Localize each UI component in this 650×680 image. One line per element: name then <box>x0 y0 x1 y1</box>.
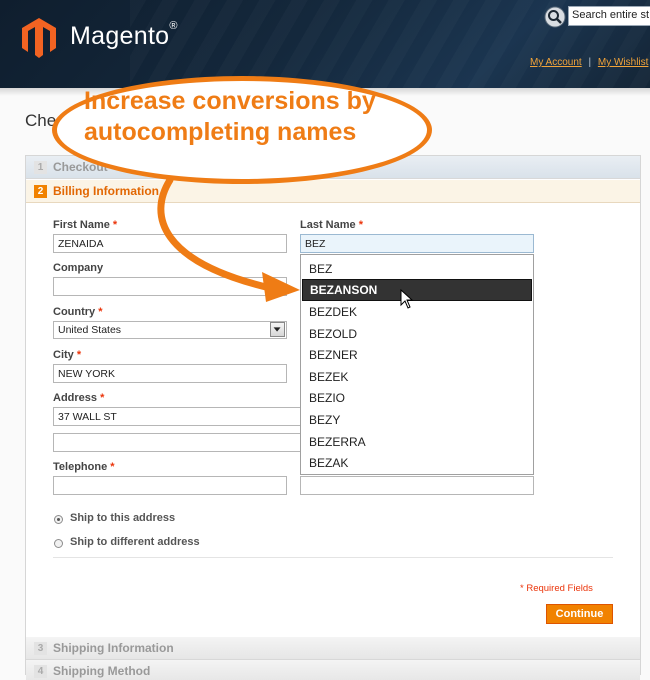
autocomplete-option[interactable]: BEZY <box>302 410 532 430</box>
step-number: 3 <box>34 642 47 655</box>
step-shipping-information[interactable]: 3 Shipping Information <box>26 637 640 660</box>
continue-button[interactable]: Continue <box>546 604 613 624</box>
autocomplete-option[interactable]: BEZERRA <box>302 432 532 452</box>
autocomplete-option[interactable]: BEZ <box>302 259 532 279</box>
autocomplete-option[interactable]: BEZEK <box>302 367 532 387</box>
country-label: Country * <box>53 306 103 318</box>
my-account-link[interactable]: My Account <box>530 57 582 68</box>
autocomplete-option[interactable]: BEZNER <box>302 345 532 365</box>
site-header: Magento® Search entire st My Account | M… <box>0 0 650 88</box>
company-input[interactable] <box>53 277 287 296</box>
fax-input[interactable] <box>300 476 534 495</box>
logo-text[interactable]: Magento® <box>70 20 178 51</box>
autocomplete-option[interactable]: BEZAK <box>302 453 532 473</box>
link-separator: | <box>588 57 592 68</box>
callout-text: Increase conversions by autocompleting n… <box>84 87 376 146</box>
mouse-pointer-icon <box>400 289 414 309</box>
city-label: City * <box>53 349 82 361</box>
autocomplete-option-selected[interactable]: BEZANSON <box>302 279 532 301</box>
first-name-label: First Name * <box>53 219 118 231</box>
autocomplete-option[interactable]: BEZIO <box>302 388 532 408</box>
autocomplete-option[interactable]: BEZOLD <box>302 324 532 344</box>
country-select[interactable]: United States <box>53 321 287 339</box>
first-name-input[interactable]: ZENAIDA <box>53 234 287 253</box>
ship-to-different-address-label[interactable]: Ship to different address <box>70 536 200 548</box>
step-number: 4 <box>34 665 47 678</box>
step-label: Billing Information <box>53 184 159 198</box>
step-label: Shipping Method <box>53 664 151 678</box>
step-shipping-method[interactable]: 4 Shipping Method <box>26 660 640 680</box>
magento-logo-icon[interactable] <box>22 18 56 58</box>
telephone-input[interactable] <box>53 476 287 495</box>
last-name-input[interactable]: BEZ <box>300 234 534 253</box>
step-label: Shipping Information <box>53 641 174 655</box>
ship-to-this-address-label[interactable]: Ship to this address <box>70 512 175 524</box>
search-input[interactable]: Search entire st <box>568 6 650 26</box>
ship-to-this-address-radio[interactable] <box>54 515 63 524</box>
step-number: 2 <box>34 185 47 198</box>
autocomplete-option[interactable]: BEZDEK <box>302 302 532 322</box>
my-wishlist-link[interactable]: My Wishlist <box>598 57 649 68</box>
chevron-down-icon[interactable] <box>270 322 285 337</box>
search-icon[interactable] <box>544 6 566 28</box>
company-label: Company <box>53 262 104 274</box>
required-fields-note: * Required Fields <box>520 583 593 594</box>
last-name-label: Last Name * <box>300 219 363 231</box>
step-number: 1 <box>34 161 47 174</box>
step-billing-information[interactable]: 2 Billing Information <box>26 180 640 203</box>
address-line1-input[interactable]: 37 WALL ST <box>53 407 303 426</box>
divider <box>53 557 613 558</box>
header-links: My Account | My Wishlist <box>530 57 648 68</box>
telephone-label: Telephone * <box>53 461 115 473</box>
ship-to-different-address-radio[interactable] <box>54 539 63 548</box>
city-input[interactable]: NEW YORK <box>53 364 287 383</box>
autocomplete-dropdown: BEZ BEZANSON BEZDEK BEZOLD BEZNER BEZEK … <box>300 254 534 475</box>
address-line2-input[interactable] <box>53 433 303 452</box>
address-label: Address * <box>53 392 105 404</box>
